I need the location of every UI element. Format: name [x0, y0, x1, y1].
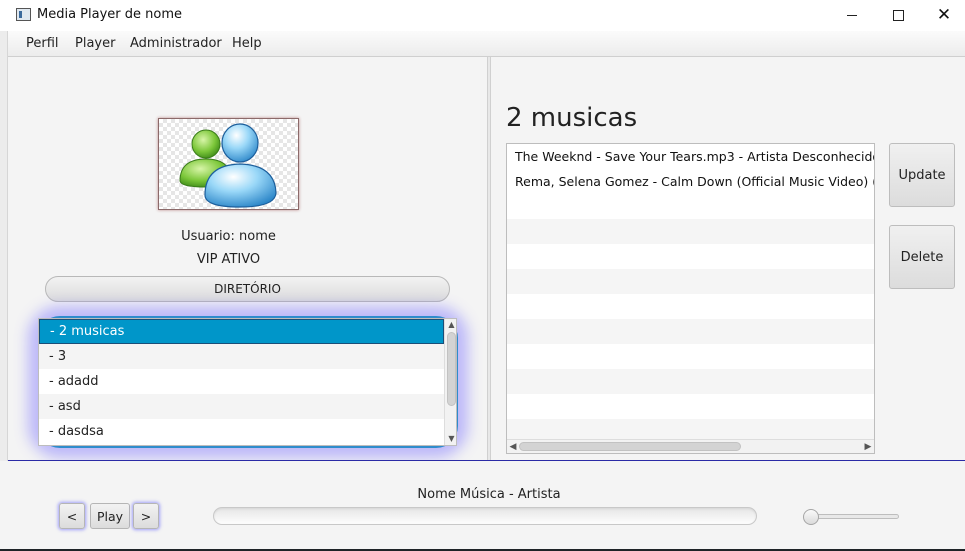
empty-row — [507, 369, 874, 394]
play-button[interactable]: Play — [90, 503, 130, 529]
list-item[interactable]: - dasdsa — [39, 419, 444, 444]
list-item[interactable]: - adadd — [39, 369, 444, 394]
username-label: Usuario: nome — [181, 229, 276, 244]
maximize-icon — [892, 10, 904, 21]
empty-row — [507, 194, 874, 219]
close-button[interactable]: ✕ — [921, 0, 965, 31]
table-row[interactable]: The Weeknd - Save Your Tears.mp3 - Artis… — [507, 144, 874, 169]
volume-slider-thumb[interactable] — [803, 509, 819, 525]
empty-row — [507, 294, 874, 319]
list-item[interactable]: - asd — [39, 394, 444, 419]
table-row[interactable]: Rema, Selena Gomez - Calm Down (Official… — [507, 169, 874, 194]
playback-progress-bar[interactable] — [213, 507, 757, 525]
empty-row — [507, 319, 874, 344]
close-icon: ✕ — [936, 5, 952, 25]
directory-scrollbar[interactable]: ▲ ▼ — [444, 319, 456, 445]
scrollbar-thumb[interactable] — [447, 332, 456, 406]
previous-button[interactable]: < — [59, 503, 85, 529]
menu-player[interactable]: Player — [75, 36, 115, 51]
now-playing-label: Nome Música - Artista — [417, 487, 561, 502]
scroll-right-icon[interactable]: ▶ — [862, 440, 874, 453]
player-controls: Nome Música - Artista < Play > — [8, 461, 965, 551]
menu-perfil[interactable]: Perfil — [26, 36, 59, 51]
minimize-button[interactable] — [829, 0, 875, 31]
app-icon — [16, 8, 31, 21]
playlist-title: 2 musicas — [506, 103, 638, 133]
menu-bar: Perfil Player Administrador Help — [8, 31, 965, 57]
update-button[interactable]: Update — [889, 143, 955, 207]
scroll-down-icon[interactable]: ▼ — [445, 433, 456, 445]
directory-list[interactable]: - 2 musicas - 3 - adadd - asd - dasdsa ▲… — [38, 318, 457, 446]
empty-row — [507, 219, 874, 244]
scroll-up-icon[interactable]: ▲ — [445, 319, 456, 331]
window-title: Media Player de nome — [37, 7, 182, 22]
maximize-button[interactable] — [875, 0, 921, 31]
profile-panel: Usuario: nome VIP ATIVO DIRETÓRIO - 2 mu… — [8, 57, 487, 461]
volume-slider[interactable] — [803, 509, 899, 525]
minimize-icon — [847, 15, 857, 16]
song-list[interactable]: The Weeknd - Save Your Tears.mp3 - Artis… — [506, 143, 875, 454]
users-icon — [179, 123, 277, 208]
delete-button[interactable]: Delete — [889, 225, 955, 289]
directory-button[interactable]: DIRETÓRIO — [45, 276, 450, 302]
avatar — [158, 118, 299, 210]
app-window: Media Player de nome ✕ Perfil Player Adm… — [0, 0, 965, 551]
empty-row — [507, 269, 874, 294]
empty-row — [507, 244, 874, 269]
empty-row — [507, 394, 874, 419]
next-button[interactable]: > — [133, 503, 159, 529]
playlist-panel: 2 musicas The Weeknd - Save Your Tears.m… — [491, 57, 965, 461]
song-list-scrollbar[interactable]: ◀ ▶ — [507, 439, 874, 453]
menu-administrador[interactable]: Administrador — [130, 36, 222, 51]
scrollbar-thumb[interactable] — [519, 442, 741, 451]
vip-status-label: VIP ATIVO — [196, 252, 261, 267]
list-item[interactable]: - 2 musicas — [39, 319, 444, 344]
window-left-edge — [0, 31, 8, 461]
empty-row — [507, 344, 874, 369]
menu-help[interactable]: Help — [232, 36, 262, 51]
list-item[interactable]: - 3 — [39, 344, 444, 369]
title-bar: Media Player de nome ✕ — [0, 0, 965, 31]
scroll-left-icon[interactable]: ◀ — [507, 440, 519, 453]
